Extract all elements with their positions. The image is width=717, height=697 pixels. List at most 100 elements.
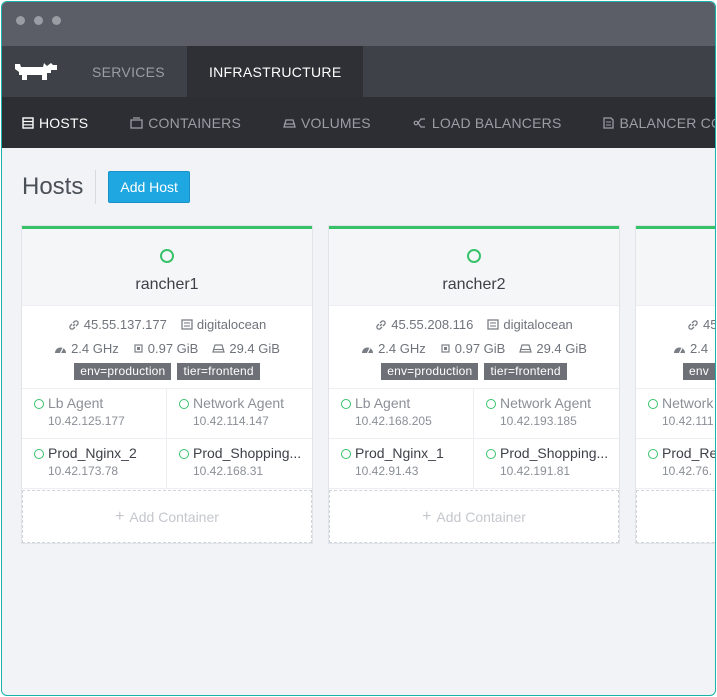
host-storage-text: 29.4 GiB (536, 341, 587, 356)
container-state-icon (179, 399, 189, 409)
container-ip: 10.42.111 (662, 414, 714, 428)
host-state-ring-icon (467, 249, 481, 263)
host-cpu: 2.4 (673, 341, 708, 356)
add-container-button[interactable] (636, 490, 715, 543)
add-host-button[interactable]: Add Host (108, 171, 190, 203)
add-container-label: Add Container (436, 508, 526, 525)
host-storage: 29.4 GiB (519, 341, 587, 356)
subnav-load-balancers-label: LOAD BALANCERS (431, 114, 562, 131)
host-card: ACTIVE rancher2 45.55.208.116 digitaloce… (329, 226, 619, 543)
container-state-icon (486, 399, 496, 409)
container-item[interactable]: Network Agent 10.42.114.147 (167, 389, 312, 439)
sub-navigation: HOSTS CONTAINERS VOLUMES LOAD BALANCERS … (2, 97, 715, 148)
host-provider: digitalocean (487, 317, 573, 332)
tab-services[interactable]: SERVICES (70, 46, 187, 97)
subnav-load-balancers[interactable]: LOAD BALANCERS (413, 115, 562, 131)
container-name: Lb Agent (355, 395, 411, 411)
add-container-button[interactable]: + Add Container (329, 490, 619, 543)
container-ip: 10.42.91.43 (355, 464, 419, 478)
container-item[interactable]: Prod_Nginx_2 10.42.173.78 (22, 439, 167, 489)
memory-chip-icon (134, 344, 143, 353)
host-ip-text: 45.5 (703, 317, 715, 332)
volumes-icon (283, 118, 296, 128)
page-title: Hosts (22, 170, 97, 204)
host-cards: ACTIVE rancher1 45.55.137.177 digitaloce… (22, 226, 715, 556)
container-item[interactable]: Prod_Shopping... 10.42.168.31 (167, 439, 312, 489)
subnav-hosts[interactable]: HOSTS (22, 115, 88, 131)
container-item[interactable]: Lb Agent 10.42.168.205 (329, 389, 474, 439)
container-name: Prod_Shopping... (193, 445, 302, 461)
container-state-icon (648, 399, 658, 409)
container-state-icon (179, 449, 189, 459)
host-memory-text: 0.97 GiB (454, 341, 506, 356)
host-label: env=production (381, 363, 479, 380)
rancher-logo[interactable] (2, 46, 70, 97)
host-ip: 45.5 (687, 317, 715, 332)
container-ip: 10.42.168.205 (355, 414, 432, 428)
host-ip: 45.55.208.116 (375, 317, 473, 332)
container-state-icon (34, 449, 44, 459)
host-provider-text: digitalocean (196, 317, 267, 332)
host-card-header (636, 229, 715, 305)
container-item[interactable]: Network Agent 10.42.193.185 (474, 389, 619, 439)
host-cpu: 2.4 GHz (361, 341, 426, 356)
load-balancer-icon (413, 117, 425, 128)
container-item[interactable]: Prod_Shopping... 10.42.191.81 (474, 439, 619, 489)
window-titlebar (2, 2, 715, 46)
cpu-gauge-icon (674, 347, 685, 354)
container-item[interactable]: Lb Agent 10.42.125.177 (22, 389, 167, 439)
subnav-volumes-label: VOLUMES (300, 114, 371, 131)
container-item[interactable]: Network 10.42.111 (636, 389, 715, 439)
plus-icon: + (115, 507, 125, 525)
container-ip: 10.42.76. (662, 464, 713, 478)
container-name: Network Agent (500, 395, 592, 411)
tab-infrastructure[interactable]: INFRASTRUCTURE (186, 46, 364, 97)
main-content: Hosts Add Host ACTIVE rancher1 45.55.137… (2, 148, 715, 695)
host-info: 45.5 2.4 env (636, 305, 715, 389)
container-name: Prod_Nginx_1 (355, 445, 444, 461)
host-card: ACTIVE 45.5 2.4 (636, 226, 715, 543)
host-ip: 45.55.137.177 (68, 317, 167, 332)
rancher-logo-icon (15, 62, 57, 80)
balancer-config-icon (603, 116, 615, 129)
container-grid: Network 10.42.111 Prod_Red 10.42.76. (636, 389, 715, 489)
host-info: 45.55.137.177 digitalocean 2.4 GHz 0.97 … (22, 305, 312, 389)
container-grid: Lb Agent 10.42.168.205 Network Agent 10.… (329, 389, 619, 489)
host-name[interactable]: rancher2 (329, 276, 619, 294)
subnav-balancer-configs-label: BALANCER CONFIGS (619, 114, 715, 131)
container-state-icon (486, 449, 496, 459)
host-label: tier=frontend (177, 363, 260, 380)
host-card-header: rancher1 (22, 229, 312, 305)
window-maximize-dot[interactable] (52, 16, 61, 25)
container-item[interactable]: Prod_Nginx_1 10.42.91.43 (329, 439, 474, 489)
host-storage: 29.4 GiB (212, 341, 280, 356)
host-storage-text: 29.4 GiB (229, 341, 280, 356)
host-cpu-text: 2.4 GHz (71, 341, 119, 356)
container-name: Prod_Shopping... (500, 445, 609, 461)
host-card-header: rancher2 (329, 229, 619, 305)
container-ip: 10.42.114.147 (193, 414, 269, 428)
container-state-icon (648, 449, 658, 459)
container-ip: 10.42.173.78 (48, 464, 119, 478)
host-name[interactable]: rancher1 (22, 276, 312, 294)
window-minimize-dot[interactable] (34, 16, 43, 25)
cpu-gauge-icon (55, 347, 67, 354)
plus-icon: + (422, 507, 432, 525)
subnav-balancer-configs[interactable]: BALANCER CONFIGS (603, 114, 715, 131)
host-label: tier=frontend (484, 363, 567, 380)
app-window: SERVICES INFRASTRUCTURE HOSTS CONTAINERS… (1, 1, 716, 696)
link-icon (69, 319, 79, 330)
host-memory: 0.97 GiB (133, 341, 198, 356)
add-container-label: Add Container (129, 508, 219, 525)
container-item[interactable]: Prod_Red 10.42.76. (636, 439, 715, 489)
add-container-button[interactable]: + Add Container (22, 490, 312, 543)
subnav-containers[interactable]: CONTAINERS (130, 115, 241, 131)
provider-icon (487, 319, 500, 330)
cpu-gauge-icon (362, 347, 374, 354)
subnav-volumes[interactable]: VOLUMES (283, 115, 371, 131)
host-cpu-text: 2.4 GHz (378, 341, 426, 356)
host-cpu-text: 2.4 (690, 341, 709, 356)
host-provider-text: digitalocean (503, 317, 573, 332)
container-name: Lb Agent (48, 395, 104, 411)
window-close-dot[interactable] (16, 16, 25, 25)
